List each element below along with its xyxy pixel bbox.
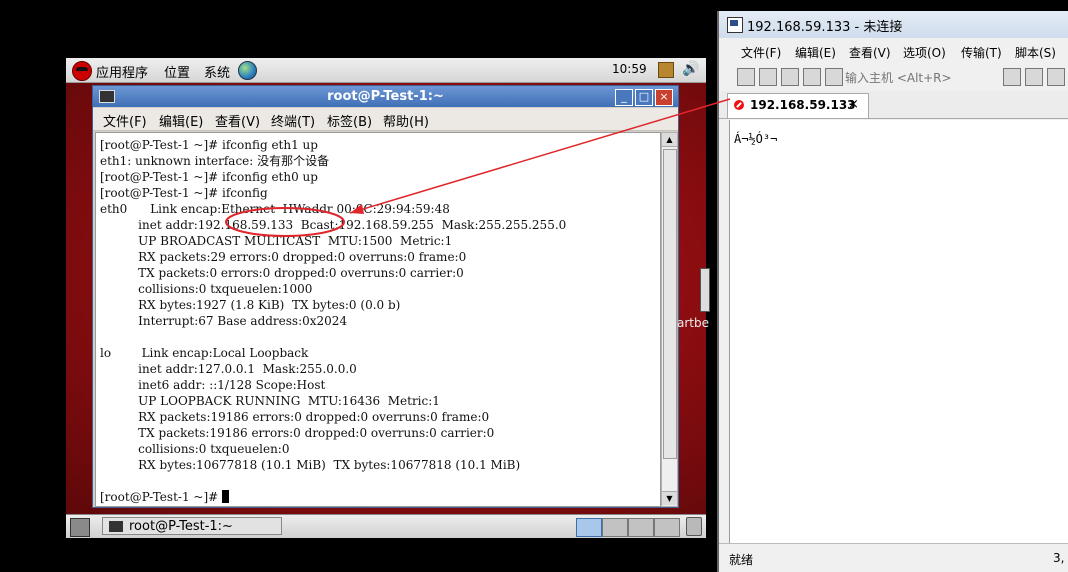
disconnected-status-icon (734, 100, 744, 110)
show-desktop-icon[interactable] (70, 518, 90, 537)
terminal-line: [root@P-Test-1 ~]# ifconfig eth1 up (100, 138, 318, 152)
menu-view[interactable]: 查看(V) (849, 44, 891, 61)
connect-icon[interactable] (737, 68, 755, 86)
terminal-line: inet addr:192.168.59.133 Bcast:192.168.5… (100, 218, 567, 232)
terminal-window: root@P-Test-1:~ _ □ × 文件(F) 编辑(E) 查看(V) … (92, 85, 679, 508)
taskbar-terminal-button[interactable]: root@P-Test-1:~ (102, 517, 282, 535)
menu-terminal[interactable]: 终端(T) (271, 111, 315, 130)
session-tab[interactable]: 192.168.59.133 × (727, 93, 869, 118)
host-input[interactable] (843, 68, 987, 88)
menu-transfer[interactable]: 传输(T) (961, 44, 1002, 61)
trash-icon[interactable] (686, 517, 702, 536)
workspace-3[interactable] (628, 518, 654, 537)
terminal-line: RX bytes:1927 (1.8 KiB) TX bytes:0 (0.0 … (100, 298, 401, 312)
terminal-titlebar[interactable]: root@P-Test-1:~ _ □ × (93, 86, 678, 107)
ssh-client-window: 192.168.59.133 - 未连接 文件(F) 编辑(E) 查看(V) 选… (717, 11, 1068, 572)
background-window-text: artbe (677, 316, 709, 330)
terminal-line: inet6 addr: ::1/128 Scope:Host (100, 378, 326, 392)
terminal-line: RX bytes:10677818 (10.1 MiB) TX bytes:10… (100, 458, 521, 472)
workspace-4[interactable] (654, 518, 680, 537)
terminal-line: TX packets:0 errors:0 dropped:0 overruns… (100, 266, 464, 280)
menu-help[interactable]: 帮助(H) (383, 111, 429, 130)
web-browser-icon[interactable] (238, 61, 257, 80)
scrollbar-thumb[interactable] (663, 149, 677, 459)
menu-file[interactable]: 文件(F) (103, 111, 147, 130)
status-cursor-position: 3, (1053, 551, 1065, 565)
close-tab-icon[interactable]: × (848, 97, 859, 112)
bottom-panel: root@P-Test-1:~ (66, 514, 706, 538)
status-bar: 就绪 3, (719, 543, 1068, 572)
close-button[interactable]: × (655, 89, 673, 106)
terminal-icon (109, 521, 123, 532)
terminal-line: eth1: unknown interface: 没有那个设备 (100, 154, 330, 168)
terminal-line: RX packets:29 errors:0 dropped:0 overrun… (100, 250, 467, 264)
background-window-edge (700, 268, 710, 312)
scroll-up-icon[interactable]: ▲ (662, 133, 677, 147)
package-updater-icon[interactable] (658, 62, 674, 78)
terminal-line: lo Link encap:Local Loopback (100, 346, 309, 360)
session-tab-label: 192.168.59.133 (750, 98, 856, 112)
terminal-output[interactable]: [root@P-Test-1 ~]# ifconfig eth1 up eth1… (95, 132, 661, 507)
terminal-line: [root@P-Test-1 ~]# ifconfig eth0 up (100, 170, 318, 184)
taskbar-terminal-label: root@P-Test-1:~ (129, 519, 233, 534)
session-output-text: Á¬½Ó³¬ (734, 132, 778, 146)
maximize-button[interactable]: □ (635, 89, 653, 106)
workspace-1[interactable] (576, 518, 602, 537)
menu-system[interactable]: 系统 (204, 62, 230, 81)
ssh-client-titlebar[interactable]: 192.168.59.133 - 未连接 (719, 11, 1068, 38)
terminal-line: RX packets:19186 errors:0 dropped:0 over… (100, 410, 490, 424)
paste-icon[interactable] (1025, 68, 1043, 86)
ssh-client-menubar: 文件(F) 编辑(E) 查看(V) 选项(O) 传输(T) 脚本(S) (719, 41, 1068, 63)
menu-view[interactable]: 查看(V) (215, 111, 260, 130)
connect-in-tab-icon[interactable] (781, 68, 799, 86)
text-cursor (222, 490, 229, 503)
app-icon (727, 17, 743, 33)
terminal-line: UP BROADCAST MULTICAST MTU:1500 Metric:1 (100, 234, 453, 248)
terminal-scrollbar[interactable]: ▲ ▼ (661, 132, 678, 507)
terminal-line: inet addr:127.0.0.1 Mask:255.0.0.0 (100, 362, 357, 376)
copy-icon[interactable] (1003, 68, 1021, 86)
terminal-line: collisions:0 txqueuelen:1000 (100, 282, 313, 296)
workspace-2[interactable] (602, 518, 628, 537)
terminal-line: collisions:0 txqueuelen:0 (100, 442, 290, 456)
terminal-prompt: [root@P-Test-1 ~]# (100, 490, 222, 504)
terminal-title: root@P-Test-1:~ (327, 89, 444, 104)
menu-edit[interactable]: 编辑(E) (795, 44, 836, 61)
menu-script[interactable]: 脚本(S) (1015, 44, 1056, 61)
vm-display: 应用程序 位置 系统 10:59 🔊 root@P-Test-1:~ _ □ ×… (66, 58, 706, 538)
find-icon[interactable] (1047, 68, 1065, 86)
volume-icon[interactable]: 🔊 (682, 61, 699, 77)
reconnect-icon[interactable] (803, 68, 821, 86)
ssh-client-toolbar (719, 65, 1068, 89)
menu-options[interactable]: 选项(O) (903, 44, 946, 61)
menu-applications[interactable]: 应用程序 (96, 62, 148, 81)
panel-clock[interactable]: 10:59 (612, 62, 647, 76)
terminal-line: [root@P-Test-1 ~]# ifconfig (100, 186, 268, 200)
ssh-client-title: 192.168.59.133 - 未连接 (747, 20, 903, 35)
terminal-line: UP LOOPBACK RUNNING MTU:16436 Metric:1 (100, 394, 440, 408)
disconnect-icon[interactable] (825, 68, 843, 86)
redhat-logo-icon[interactable] (72, 61, 92, 81)
minimize-button[interactable]: _ (615, 89, 633, 106)
terminal-line: Interrupt:67 Base address:0x2024 (100, 314, 348, 328)
session-terminal[interactable]: Á¬½Ó³¬ (729, 120, 1068, 543)
top-panel: 应用程序 位置 系统 10:59 🔊 (66, 58, 706, 83)
scroll-down-icon[interactable]: ▼ (662, 491, 677, 505)
menu-edit[interactable]: 编辑(E) (159, 111, 203, 130)
menu-file[interactable]: 文件(F) (741, 44, 781, 61)
status-ready: 就绪 (729, 553, 754, 567)
quick-connect-icon[interactable] (759, 68, 777, 86)
terminal-menubar: 文件(F) 编辑(E) 查看(V) 终端(T) 标签(B) 帮助(H) (93, 108, 678, 131)
terminal-line: eth0 Link encap:Ethernet HWaddr 00:0C:29… (100, 202, 450, 216)
menu-places[interactable]: 位置 (164, 62, 190, 81)
session-tabstrip: 192.168.59.133 × (719, 91, 1068, 119)
menu-tabs[interactable]: 标签(B) (327, 111, 372, 130)
terminal-line: TX packets:19186 errors:0 dropped:0 over… (100, 426, 495, 440)
terminal-text: [root@P-Test-1 ~]# ifconfig eth1 up eth1… (100, 137, 566, 505)
